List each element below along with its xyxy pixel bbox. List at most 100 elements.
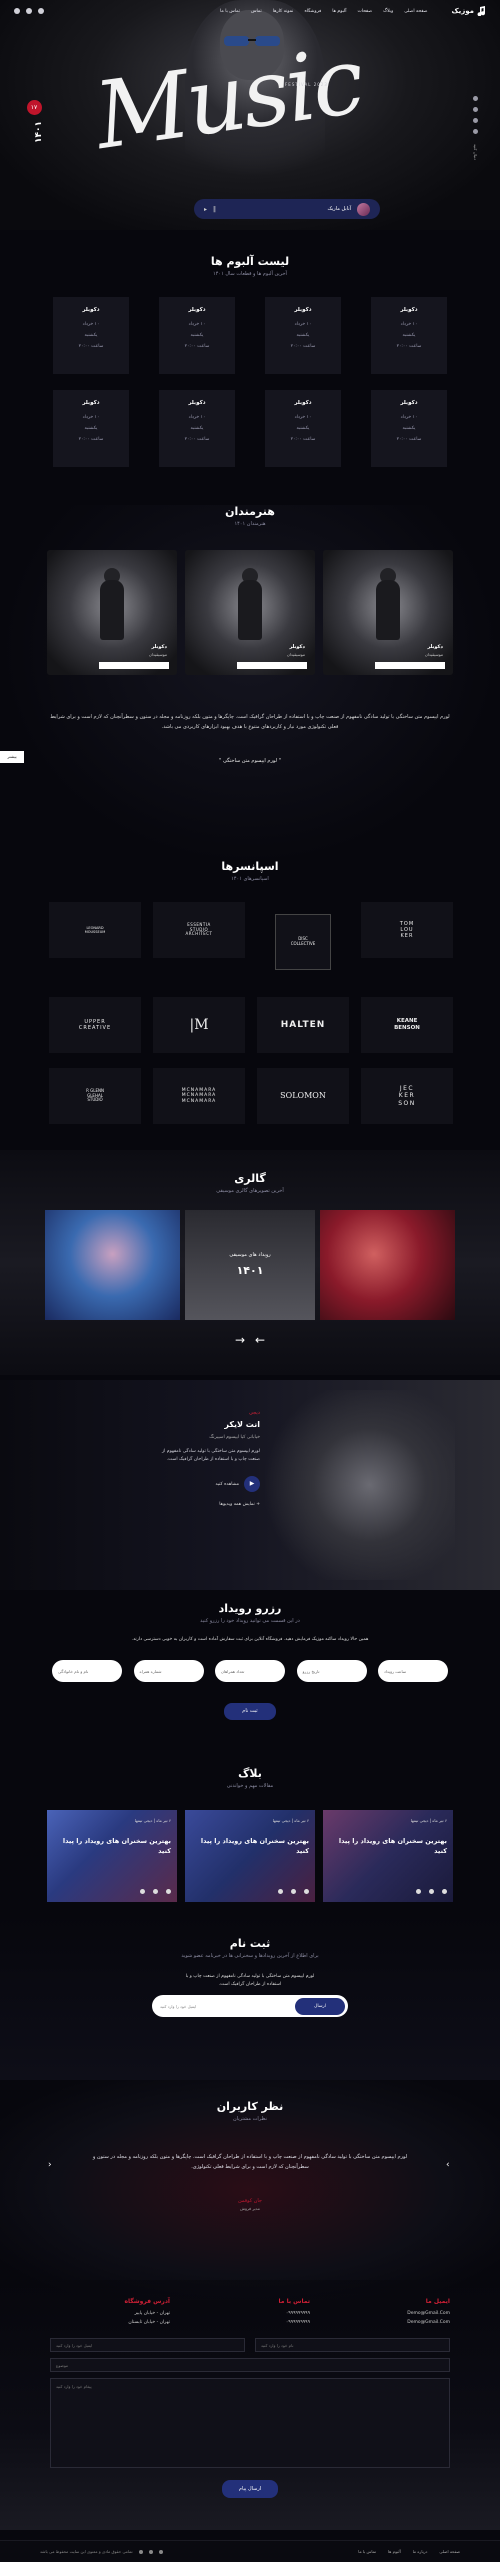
album-card[interactable]: دکوبلر ۱۰ خرداد یکشنبه ساعت ۲۰:۰۰	[371, 297, 447, 374]
sponsor-logo[interactable]: SOLOMON	[257, 1068, 349, 1124]
sponsor-logo[interactable]: R GLENN GLEHAL STUDIO	[49, 1068, 141, 1124]
email-line[interactable]: Demo@Gmail.Com	[330, 2320, 450, 2325]
message-textarea[interactable]: پیغام خود را وارد کنید	[50, 2378, 450, 2468]
nav-item-contact-us[interactable]: تماس با ما	[220, 9, 240, 14]
date-field[interactable]: تاریخ رزرو	[296, 1660, 367, 1682]
sponsor-logo[interactable]: ESSENTIA STUDIO ARCHITECT	[153, 902, 245, 958]
album-card[interactable]: دکوبلر ۱۰ خرداد یکشنبه ساعت ۲۰:۰۰	[159, 297, 235, 374]
newsletter-email-input[interactable]: ایمیل خود را وارد کنید	[160, 2004, 196, 2009]
play-icon[interactable]: ▸	[204, 206, 207, 213]
name-input[interactable]: نام خود را وارد کنید	[255, 2338, 450, 2352]
chevron-left-icon[interactable]: ‹	[48, 2160, 52, 2170]
artist-card[interactable]: دکوبلر موسیقیدان	[47, 550, 177, 675]
show-all-videos-link[interactable]: + نمایش همه ویدیوها	[155, 1502, 260, 1507]
newsletter-submit-button[interactable]: ارسال	[295, 1997, 345, 2015]
artist-card[interactable]: دکوبلر موسیقیدان	[185, 550, 315, 675]
register-button[interactable]: ثبت نام	[224, 1703, 276, 1720]
album-day: یکشنبه	[402, 426, 416, 431]
nav-item-shop[interactable]: فروشگاه	[304, 9, 321, 14]
blog-card[interactable]: ۶ تیر ماه | دیجی تیمها بهترین سخنران های …	[323, 1810, 453, 1902]
share-icon[interactable]	[416, 1889, 421, 1894]
nav-item-portfolio[interactable]: نمونه کارها	[273, 9, 294, 14]
share-icon[interactable]	[166, 1889, 171, 1894]
gallery-carousel: رویداد های موسیقی ۱۴۰۱	[0, 1210, 500, 1320]
share-icon[interactable]	[140, 1889, 145, 1894]
guests-field[interactable]: تعداد همراهان	[215, 1660, 285, 1682]
share-icon[interactable]	[291, 1889, 296, 1894]
sponsor-logo[interactable]: LEONARD MOUSSEUM	[49, 902, 141, 958]
play-icon[interactable]: ▶	[244, 1476, 260, 1492]
youtube-icon[interactable]	[473, 129, 478, 134]
watch-button[interactable]: ▶ مشاهده کنید	[155, 1476, 260, 1492]
sponsor-logo[interactable]: M|	[153, 997, 245, 1053]
nav-item-albums[interactable]: آلبوم ها	[332, 9, 346, 14]
footer-link[interactable]: آلبوم ها	[388, 2549, 401, 2554]
facebook-icon[interactable]	[473, 118, 478, 123]
gallery-image[interactable]	[45, 1210, 180, 1320]
footer-link[interactable]: تماس با ما	[358, 2549, 376, 2554]
player-controls: ‖ ▸	[204, 206, 216, 213]
album-card[interactable]: دکوبلر ۱۰ خرداد یکشنبه ساعت ۲۰:۰۰	[53, 297, 129, 374]
post-title[interactable]: بهترین سخنران های رویداد را پیدا کنید	[329, 1836, 447, 1856]
sponsor-logo[interactable]: JEC KER SON	[361, 1068, 453, 1124]
share-icon[interactable]	[278, 1889, 283, 1894]
side-tab[interactable]: بیشتر	[0, 751, 24, 763]
share-icon[interactable]	[304, 1889, 309, 1894]
sponsor-logo[interactable]: MCNAMARA MCNAMARA MCNAMARA	[153, 1068, 245, 1124]
footer-link[interactable]: درباره ما	[413, 2549, 428, 2554]
post-title[interactable]: بهترین سخنران های رویداد را پیدا کنید	[53, 1836, 171, 1856]
blog-card[interactable]: ۶ تیر ماه | دیجی تیمها بهترین سخنران های …	[47, 1810, 177, 1902]
sponsor-logo[interactable]: HALTEN	[257, 997, 349, 1053]
share-icon[interactable]	[429, 1889, 434, 1894]
email-line[interactable]: Demo@Gmail.Com	[330, 2311, 450, 2316]
nav-item-home[interactable]: صفحه اصلی	[404, 9, 427, 14]
send-message-button[interactable]: ارسال پیام	[222, 2480, 278, 2498]
artist-card[interactable]: دکوبلر موسیقیدان	[323, 550, 453, 675]
sponsor-logo[interactable]: KEANE BENSON	[361, 997, 453, 1053]
share-icon[interactable]	[153, 1889, 158, 1894]
site-logo[interactable]: موزیک	[451, 6, 486, 16]
subject-input[interactable]: موضوع	[50, 2358, 450, 2372]
album-card[interactable]: دکوبلر ۱۰ خرداد یکشنبه ساعت ۲۰:۰۰	[53, 390, 129, 467]
nav-item-contact[interactable]: تماس	[251, 9, 262, 14]
album-card[interactable]: دکوبلر ۱۰ خرداد یکشنبه ساعت ۲۰:۰۰	[159, 390, 235, 467]
nav-item-blog[interactable]: وبلاگ	[383, 9, 393, 14]
featured-dj-section: دیجی انت لایکر خیاباتی کیا ایپسوم اسپیرن…	[0, 1380, 500, 1590]
nav-item-pages[interactable]: صفحات	[358, 9, 373, 14]
album-card[interactable]: دکوبلر ۱۰ خرداد یکشنبه ساعت ۲۰:۰۰	[265, 297, 341, 374]
gallery-image[interactable]	[320, 1210, 455, 1320]
twitter-icon[interactable]	[473, 107, 478, 112]
twitter-icon[interactable]	[148, 2549, 153, 2554]
artist-role: موسیقیدان	[286, 652, 305, 657]
share-icon[interactable]	[442, 1889, 447, 1894]
arrow-right-icon[interactable]: →	[235, 1333, 245, 1347]
album-card[interactable]: دکوبلر ۱۰ خرداد یکشنبه ساعت ۲۰:۰۰	[371, 390, 447, 467]
dj-description: لورم ایپسوم متن ساختگی با تولید سادگی نا…	[161, 1449, 260, 1462]
hero-date-badge: ۱۷ ۱۴۰۱	[24, 100, 44, 143]
sponsor-logo[interactable]: DISC COLLECTIVE	[275, 914, 331, 970]
facebook-icon[interactable]	[138, 2549, 143, 2554]
user-icon[interactable]	[14, 8, 20, 14]
fullname-field[interactable]: نام و نام خانوادگی	[52, 1660, 122, 1682]
post-share	[416, 1889, 447, 1894]
footer-link[interactable]: صفحه اصلی	[439, 2549, 460, 2554]
instagram-icon[interactable]	[473, 96, 478, 101]
chevron-right-icon[interactable]: ›	[446, 2160, 450, 2170]
cart-icon[interactable]	[26, 8, 32, 14]
sponsor-logo[interactable]: UPPER CREATIVE	[49, 997, 141, 1053]
watch-label: مشاهده کنید	[215, 1481, 239, 1487]
newsletter-section: ثبت نام برای اطلاع از آخرین رویدادها و س…	[0, 1915, 500, 2080]
instagram-icon[interactable]	[158, 2549, 163, 2554]
album-card[interactable]: دکوبلر ۱۰ خرداد یکشنبه ساعت ۲۰:۰۰	[265, 390, 341, 467]
post-title[interactable]: بهترین سخنران های رویداد را پیدا کنید	[191, 1836, 309, 1856]
time-field[interactable]: ساعت رویداد	[378, 1660, 448, 1682]
search-icon[interactable]	[38, 8, 44, 14]
phone-field[interactable]: شماره همراه	[133, 1660, 204, 1682]
gallery-image[interactable]: رویداد های موسیقی ۱۴۰۱	[185, 1210, 315, 1320]
arrow-left-icon[interactable]: ←	[255, 1333, 265, 1347]
pause-icon[interactable]: ‖	[213, 206, 216, 213]
blog-section: بلاگ مقالات مهم و خواندنی ۶ تیر ماه | دی…	[0, 1755, 500, 1915]
sponsor-logo[interactable]: TOM LOU KER	[361, 902, 453, 958]
blog-card[interactable]: ۶ تیر ماه | دیجی تیمها بهترین سخنران های …	[185, 1810, 315, 1902]
email-input[interactable]: ایمیل خود را وارد کنید	[50, 2338, 245, 2352]
